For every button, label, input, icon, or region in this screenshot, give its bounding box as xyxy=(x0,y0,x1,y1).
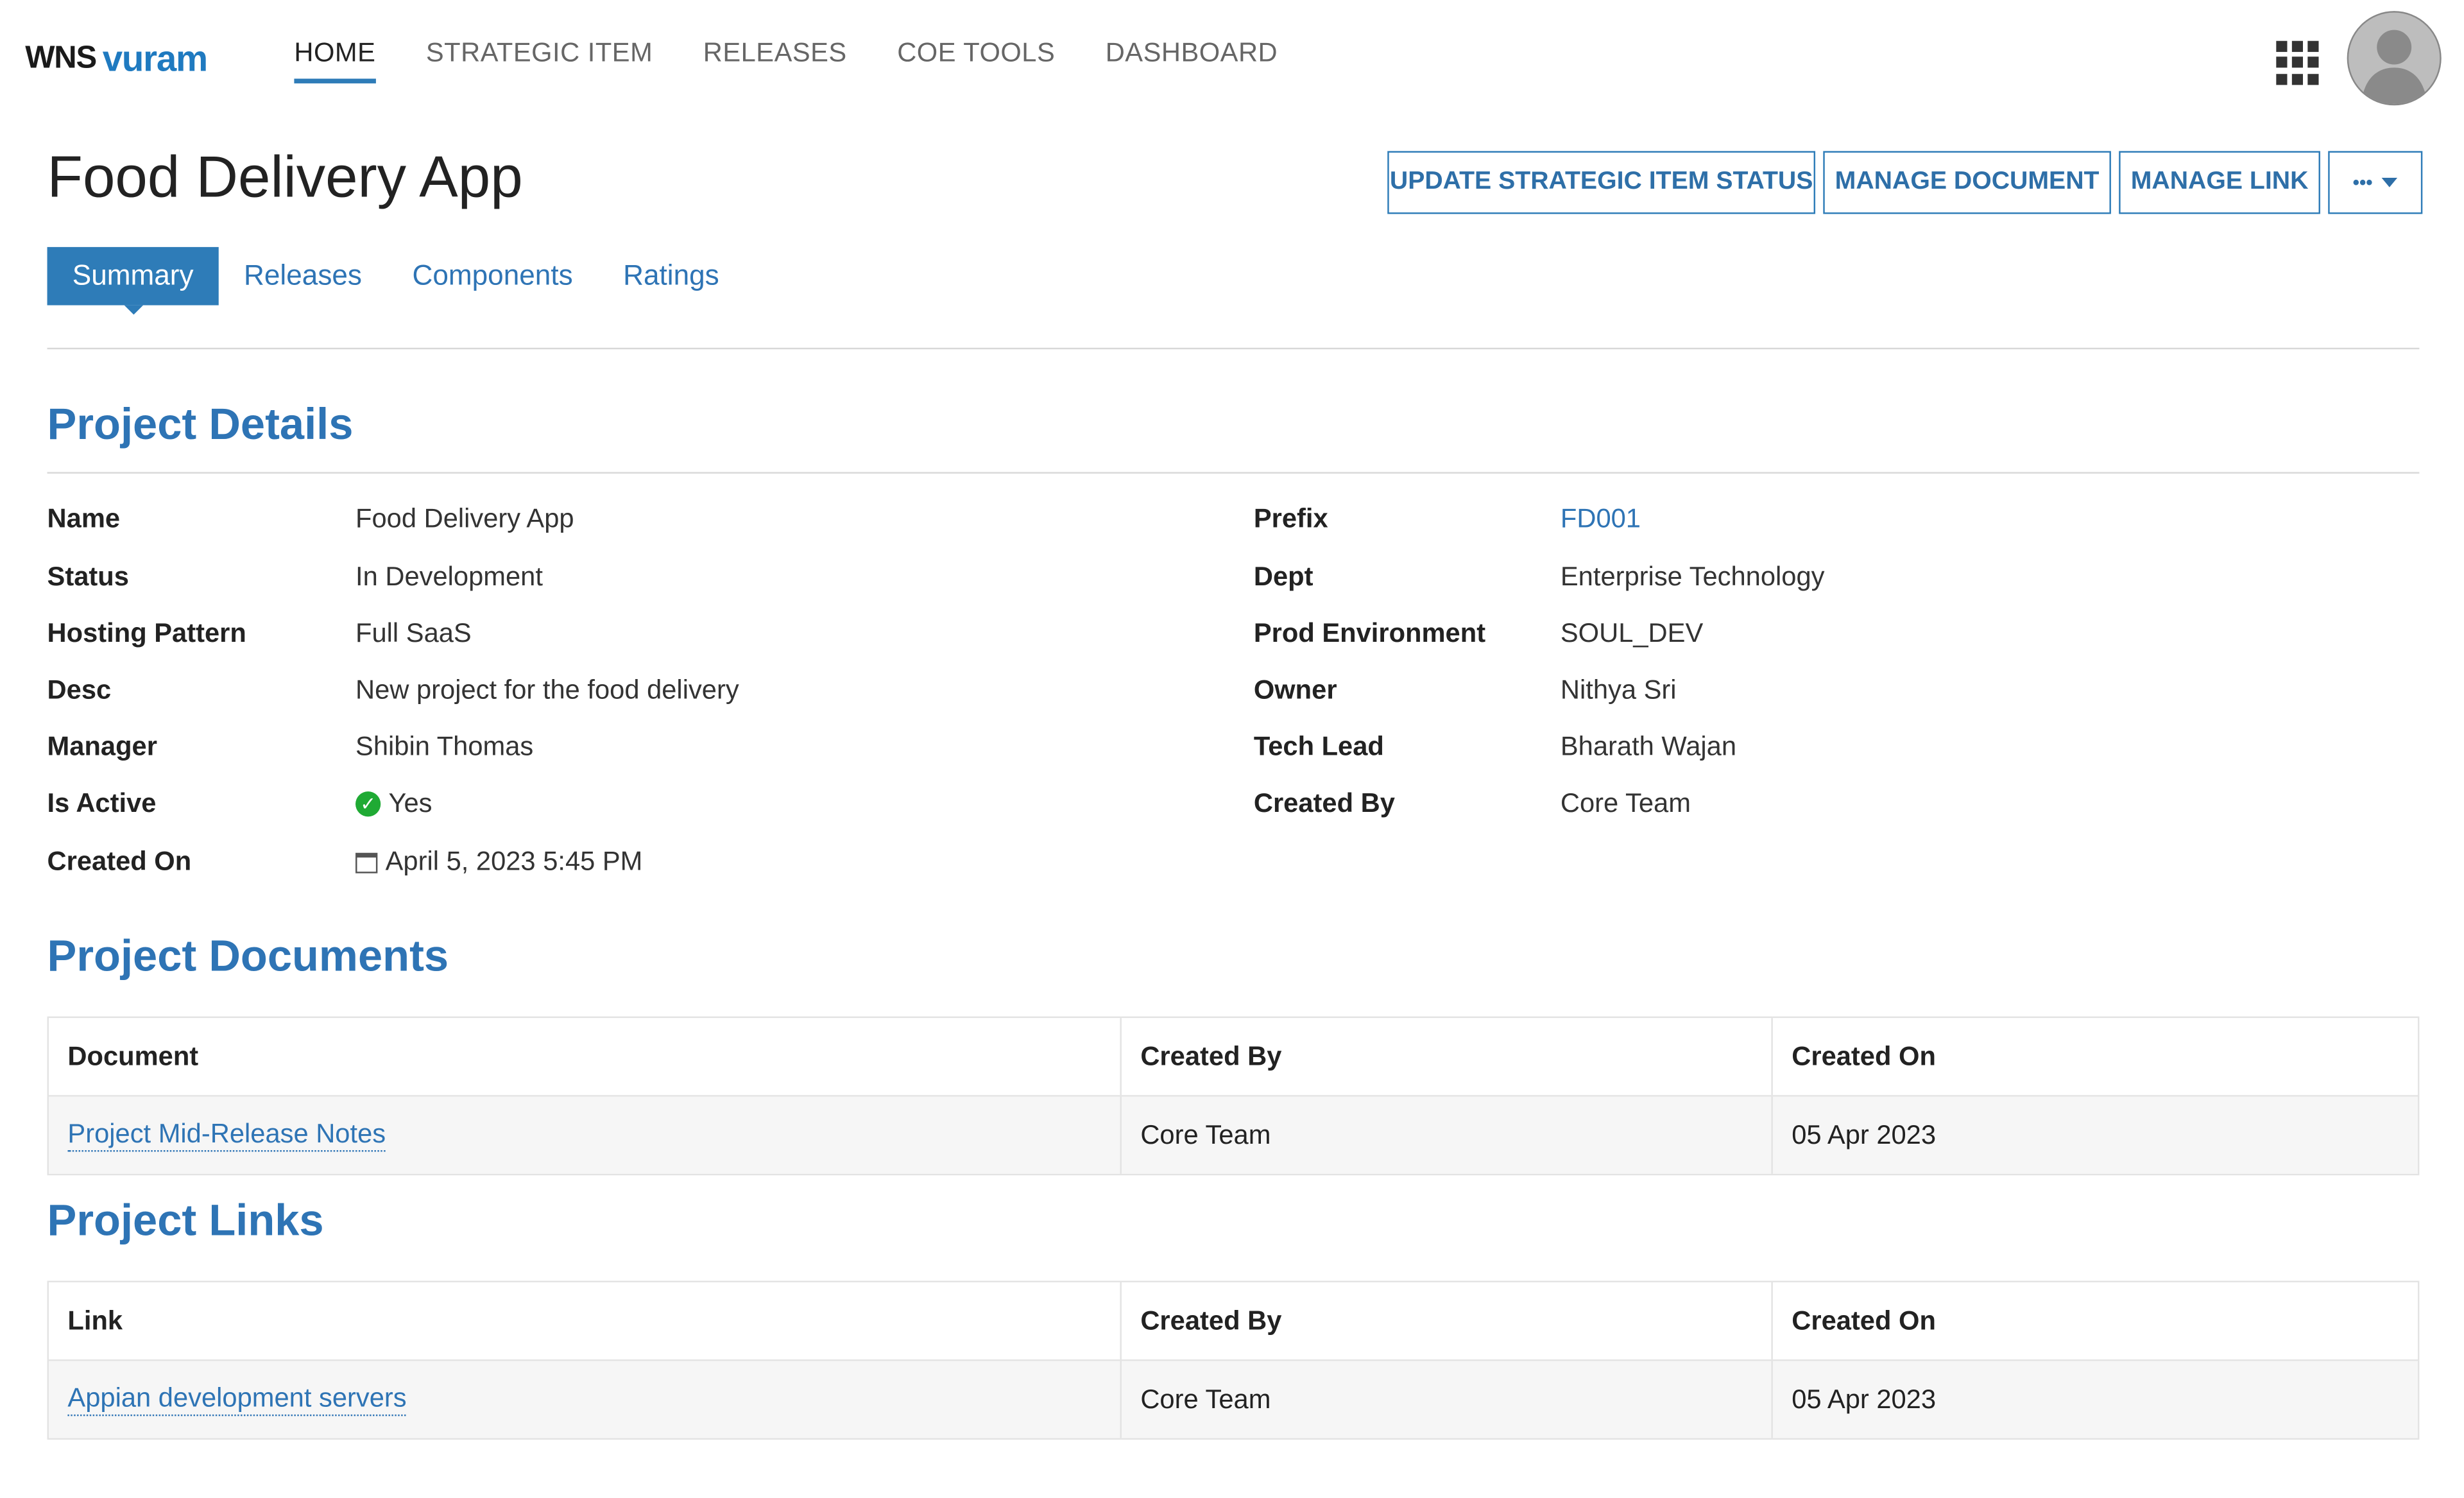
table-cell-document: Project Mid-Release Notes xyxy=(49,1097,1120,1174)
project-details-title: Project Details xyxy=(47,399,354,449)
nav-home[interactable]: HOME xyxy=(294,38,376,83)
nav-strategic-item[interactable]: STRATEGIC ITEM xyxy=(426,38,653,83)
field-label-manager: Manager xyxy=(47,731,157,762)
section-tabs: Summary Releases Components Ratings xyxy=(47,246,744,315)
project-details-divider xyxy=(47,472,2420,474)
field-label-desc: Desc xyxy=(47,675,112,705)
field-label-status: Status xyxy=(47,562,129,592)
field-value-created-by: Core Team xyxy=(1560,788,1691,818)
field-label-dept: Dept xyxy=(1253,562,1313,592)
brand-logo-vuram: vuram xyxy=(102,37,208,78)
field-label-created-by: Created By xyxy=(1253,788,1395,818)
user-silhouette-icon xyxy=(2361,30,2427,104)
field-value-owner: Nithya Sri xyxy=(1560,675,1677,705)
field-label-name: Name xyxy=(47,503,121,534)
table-cell-link: Appian development servers xyxy=(49,1361,1120,1438)
column-header-created-by: Created By xyxy=(1120,1282,1771,1360)
table-cell-created-on: 05 Apr 2023 xyxy=(1771,1361,2418,1438)
update-strategic-item-status-button[interactable]: UPDATE STRATEGIC ITEM STATUS xyxy=(1387,151,1816,214)
project-links-title: Project Links xyxy=(47,1196,324,1245)
field-value-desc: New project for the food delivery xyxy=(355,675,739,705)
field-value-manager: Shibin Thomas xyxy=(355,731,534,762)
field-value-name: Food Delivery App xyxy=(355,503,574,534)
user-avatar[interactable] xyxy=(2347,11,2442,106)
field-value-tech-lead: Bharath Wajan xyxy=(1560,731,1737,762)
column-header-document: Document xyxy=(67,1040,199,1071)
more-actions-button[interactable]: ••• xyxy=(2328,151,2423,214)
table-row: Project Mid-Release Notes Core Team 05 A… xyxy=(48,1096,2418,1174)
project-link[interactable]: Appian development servers xyxy=(67,1383,407,1416)
top-navigation-bar: WNS vuram HOME STRATEGIC ITEM RELEASES C… xyxy=(0,0,2463,116)
calendar-icon xyxy=(355,852,378,873)
nav-coe-tools[interactable]: COE TOOLS xyxy=(897,38,1055,83)
field-label-owner: Owner xyxy=(1253,675,1337,705)
nav-releases[interactable]: RELEASES xyxy=(703,38,847,83)
field-value-dept: Enterprise Technology xyxy=(1560,562,1825,592)
main-nav: HOME STRATEGIC ITEM RELEASES COE TOOLS D… xyxy=(294,38,1328,83)
tab-components[interactable]: Components xyxy=(387,247,598,306)
table-header-row: Document Created By Created On xyxy=(48,1018,2418,1097)
column-header-link: Link xyxy=(67,1305,123,1336)
field-value-status: In Development xyxy=(355,562,543,592)
tab-ratings[interactable]: Ratings xyxy=(598,247,744,306)
more-dots-icon: ••• xyxy=(2352,171,2373,194)
created-on-text: April 5, 2023 5:45 PM xyxy=(385,846,643,877)
tab-summary[interactable]: Summary xyxy=(47,246,219,315)
field-label-hosting-pattern: Hosting Pattern xyxy=(47,618,246,649)
field-value-created-on: April 5, 2023 5:45 PM xyxy=(355,847,642,878)
field-value-is-active: ✓ Yes xyxy=(355,788,432,820)
page-title: Food Delivery App xyxy=(47,144,523,210)
app-launcher-grid-icon[interactable] xyxy=(2276,40,2320,85)
brand-logo[interactable]: WNS vuram xyxy=(25,35,208,82)
chevron-down-icon xyxy=(2382,178,2398,187)
field-value-prefix-link[interactable]: FD001 xyxy=(1561,503,1641,535)
table-cell-created-on: 05 Apr 2023 xyxy=(1771,1096,2418,1174)
field-label-tech-lead: Tech Lead xyxy=(1253,731,1384,762)
table-row: Appian development servers Core Team 05 … xyxy=(48,1361,2418,1438)
is-active-text: Yes xyxy=(388,788,432,818)
document-link[interactable]: Project Mid-Release Notes xyxy=(67,1119,386,1152)
field-value-prod-environment: SOUL_DEV xyxy=(1560,618,1704,649)
manage-document-button[interactable]: MANAGE DOCUMENT xyxy=(1823,151,2111,214)
table-cell-created-by: Core Team xyxy=(1120,1361,1771,1438)
column-header-created-on: Created On xyxy=(1771,1282,2418,1360)
column-header-created-on: Created On xyxy=(1771,1018,2418,1096)
tabs-divider xyxy=(47,347,2420,350)
table-cell-created-by: Core Team xyxy=(1120,1096,1771,1174)
table-header-row: Link Created By Created On xyxy=(48,1282,2418,1361)
nav-dashboard[interactable]: DASHBOARD xyxy=(1106,38,1278,83)
field-label-prefix: Prefix xyxy=(1253,503,1328,534)
tab-releases[interactable]: Releases xyxy=(219,247,387,306)
field-label-created-on: Created On xyxy=(47,846,192,877)
project-documents-title: Project Documents xyxy=(47,931,449,981)
project-links-table: Link Created By Created On Appian develo… xyxy=(47,1280,2420,1440)
field-value-hosting-pattern: Full SaaS xyxy=(355,618,472,649)
manage-link-button[interactable]: MANAGE LINK xyxy=(2119,151,2320,214)
check-circle-icon: ✓ xyxy=(355,791,381,817)
field-label-is-active: Is Active xyxy=(47,788,157,818)
brand-logo-wns: WNS xyxy=(25,40,97,75)
field-label-prod-environment: Prod Environment xyxy=(1253,618,1486,649)
action-buttons: UPDATE STRATEGIC ITEM STATUS MANAGE DOCU… xyxy=(1387,151,2423,214)
column-header-created-by: Created By xyxy=(1120,1018,1771,1096)
project-documents-table: Document Created By Created On Project M… xyxy=(47,1016,2420,1176)
